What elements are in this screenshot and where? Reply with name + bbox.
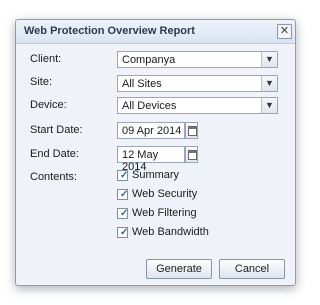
checkmark-icon: ✓ [120, 189, 129, 200]
chevron-down-icon[interactable]: ▼ [261, 98, 277, 113]
checkmark-icon: ✓ [120, 208, 129, 219]
device-value: All Devices [122, 100, 177, 112]
client-label: Client: [30, 53, 62, 65]
site-value: All Sites [122, 78, 162, 90]
device-label: Device: [30, 99, 67, 111]
chevron-down-icon[interactable]: ▼ [261, 52, 277, 67]
start-date-label: Start Date: [30, 124, 83, 136]
report-dialog: Web Protection Overview Report ✕ Client:… [15, 19, 296, 286]
client-select[interactable]: Companya ▼ [117, 51, 278, 68]
end-date-label: End Date: [30, 148, 79, 160]
dialog-title: Web Protection Overview Report [24, 25, 195, 37]
device-select[interactable]: All Devices ▼ [117, 97, 278, 114]
summary-checkbox[interactable]: ✓ [117, 170, 128, 181]
calendar-glyph [188, 126, 197, 136]
contents-label: Contents: [30, 171, 78, 183]
calendar-glyph [188, 150, 197, 160]
end-date-field[interactable]: 12 May 2014 [117, 146, 185, 173]
web-security-label: Web Security [132, 188, 198, 200]
dialog-titlebar[interactable]: Web Protection Overview Report ✕ [16, 20, 295, 44]
client-value: Companya [122, 54, 176, 66]
start-date-field[interactable]: 09 Apr 2014 [117, 122, 185, 139]
calendar-icon[interactable] [185, 122, 198, 139]
generate-button[interactable]: Generate [146, 259, 212, 279]
summary-label: Summary [132, 169, 180, 181]
start-date-value: 09 Apr 2014 [122, 125, 182, 137]
checkmark-icon: ✓ [120, 170, 129, 181]
close-icon[interactable]: ✕ [277, 24, 292, 39]
web-bandwidth-label: Web Bandwidth [132, 226, 209, 238]
web-bandwidth-checkbox[interactable]: ✓ [117, 227, 128, 238]
web-filtering-checkbox[interactable]: ✓ [117, 208, 128, 219]
site-select[interactable]: All Sites ▼ [117, 75, 278, 92]
site-label: Site: [30, 76, 53, 88]
web-security-checkbox[interactable]: ✓ [117, 189, 128, 200]
chevron-down-icon[interactable]: ▼ [261, 76, 277, 91]
web-filtering-label: Web Filtering [132, 207, 197, 219]
calendar-icon[interactable] [185, 146, 198, 163]
checkmark-icon: ✓ [120, 227, 129, 238]
cancel-button[interactable]: Cancel [219, 259, 285, 279]
